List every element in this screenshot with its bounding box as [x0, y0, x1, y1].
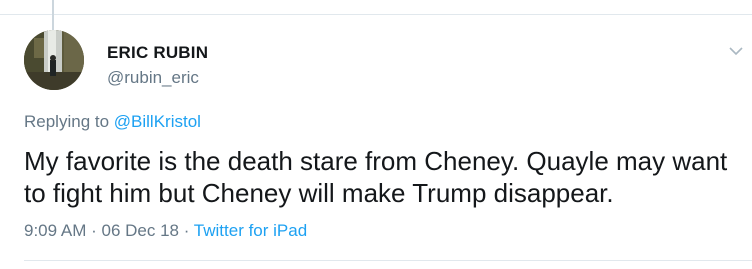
replying-to-mention-link[interactable]: @BillKristol [114, 112, 201, 131]
display-name[interactable]: ERIC RUBIN [107, 43, 208, 63]
meta-separator: · [178, 221, 194, 240]
avatar[interactable] [24, 30, 84, 90]
meta-separator: · [86, 221, 102, 240]
bottom-divider [24, 260, 752, 261]
replying-to: Replying to @BillKristol [24, 112, 201, 132]
top-divider [0, 14, 752, 15]
tweet-time[interactable]: 9:09 AM [24, 221, 86, 240]
tweet-date[interactable]: 06 Dec 18 [101, 221, 179, 240]
avatar-image [24, 30, 84, 90]
thread-connector-line [52, 0, 54, 30]
replying-to-label: Replying to [24, 112, 114, 131]
chevron-down-icon[interactable] [727, 42, 745, 60]
tweet-source-link[interactable]: Twitter for iPad [194, 221, 307, 240]
user-handle[interactable]: @rubin_eric [107, 68, 199, 88]
tweet-metadata: 9:09 AM · 06 Dec 18 · Twitter for iPad [24, 221, 307, 241]
tweet-text: My favorite is the death stare from Chen… [24, 146, 728, 208]
